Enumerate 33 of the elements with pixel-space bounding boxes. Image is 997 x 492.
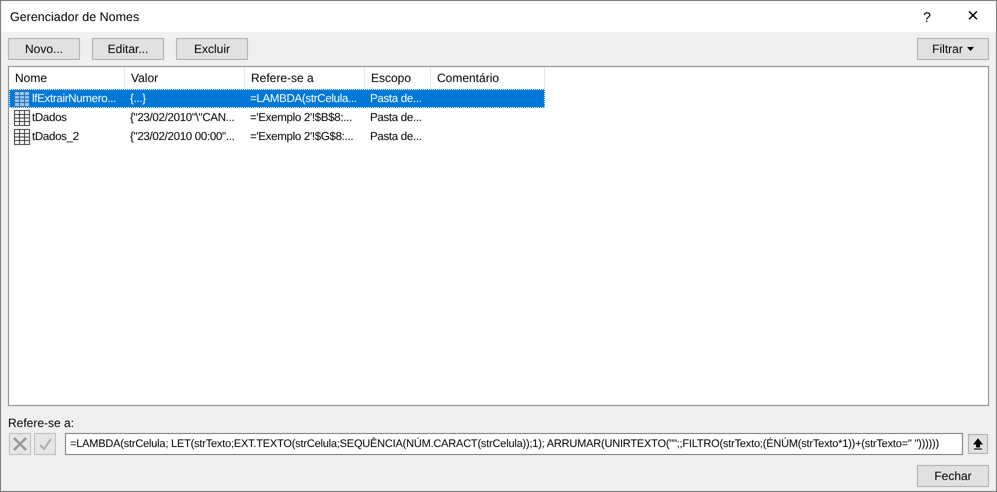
table-cell-text: =LAMBDA(strCelula... — [249, 92, 358, 104]
window-title: Gerenciador de Nomes — [10, 10, 140, 24]
table-cell-text: Pasta de... — [369, 92, 423, 104]
name-row[interactable]: tDados {"23/02/2010"\"CAN... ='Exemplo 2'!$B$8:... Pasta de... — [9, 108, 545, 127]
table-cell-text: {"23/02/2010"\"CAN... — [129, 112, 236, 124]
table-cell-text: {...} — [129, 92, 147, 104]
refers-to-field[interactable]: =LAMBDA(strCelula; LET(strTexto;EXT.TEXTO(strCelula;SEQUÊNCIA(NÚM.CARACT(strCelula));1); ARRUMAR(UNIRTEXTO("";;FILTRO(strTexto;(ÉNÚM(strTexto*1))+(strTexto=" ")))))) — [65, 433, 963, 455]
table-cell-text: Pasta de... — [369, 112, 423, 124]
table-cell: tDados_2 — [32, 130, 79, 142]
table-cell-text: ='Exemplo 2'!$G$8:... — [249, 130, 354, 142]
table-icon — [14, 128, 30, 144]
new-button[interactable]: Novo... — [8, 38, 80, 60]
upload-arrow-icon — [973, 438, 983, 450]
name-row[interactable]: lfExtrairNumero... {...} =LAMBDA(strCelula... Pasta de... — [9, 89, 545, 108]
table-cell: lfExtrairNumero... — [32, 92, 116, 104]
table-cell: tDados — [32, 112, 67, 124]
help-button[interactable]: ? — [904, 1, 950, 32]
cancel-icon[interactable] — [9, 433, 31, 455]
table-cell-text: ='Exemplo 2'!$B$8:... — [249, 112, 353, 124]
close-dialog-button[interactable]: Fechar — [917, 465, 989, 487]
close-button[interactable]: × — [950, 1, 996, 32]
filter-button[interactable]: Filtrar — [917, 38, 989, 60]
function-table-icon — [14, 90, 30, 106]
collapse-button[interactable] — [968, 434, 988, 454]
refers-to-label: Refere-se a: — [8, 416, 76, 430]
name-row[interactable]: tDados_2 {"23/02/2010 00:00"... ='Exemplo 2'!$G$8:... Pasta de... — [9, 127, 545, 146]
dropdown-caret-icon — [966, 47, 974, 51]
delete-button[interactable]: Excluir — [176, 38, 248, 60]
table-cell-text: Pasta de... — [369, 130, 423, 142]
table-icon — [14, 110, 30, 126]
table-cell-text: {"23/02/2010 00:00"... — [129, 130, 236, 142]
edit-button[interactable]: Editar... — [92, 38, 164, 60]
check-icon[interactable] — [34, 433, 56, 455]
